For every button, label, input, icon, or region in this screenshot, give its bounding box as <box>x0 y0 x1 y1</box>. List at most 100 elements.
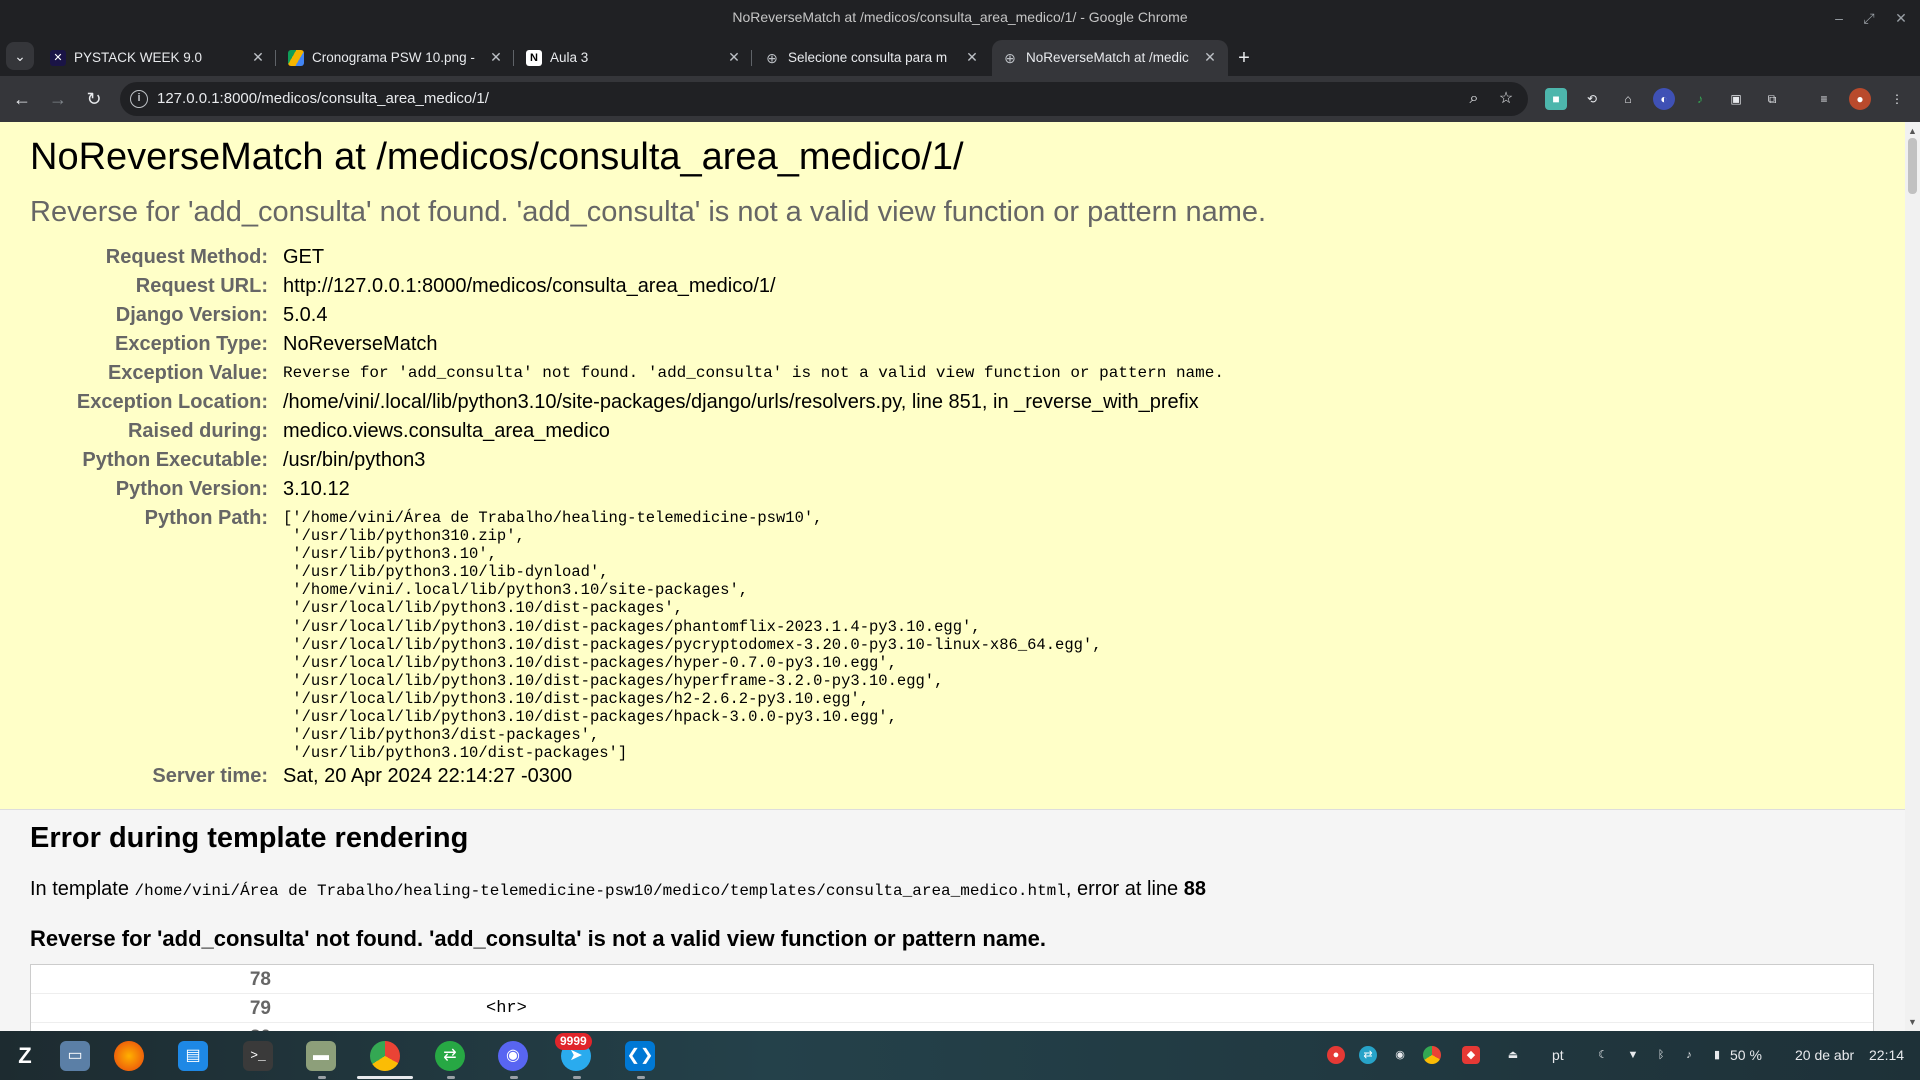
tab-separator <box>751 50 752 66</box>
zorin-menu-icon[interactable]: Z <box>10 1041 40 1071</box>
meta-key: Request Method: <box>105 246 268 268</box>
template-error-line: 88 <box>1183 878 1206 900</box>
battery-percentage: 50 % <box>1730 1047 1762 1063</box>
new-tab-button[interactable]: + <box>1232 46 1256 70</box>
clock-time[interactable]: 22:14 <box>1869 1047 1904 1063</box>
discord-icon[interactable]: ◉ <box>498 1041 528 1071</box>
tab-noreversematch[interactable]: ⊕ NoReverseMatch at /medic ✕ <box>992 40 1228 76</box>
software-store-icon[interactable]: ▤ <box>178 1041 208 1071</box>
bluetooth-icon[interactable]: ᛒ <box>1652 1046 1670 1064</box>
close-tab-icon[interactable]: ✕ <box>964 49 980 65</box>
globe-icon: ⊕ <box>1004 50 1016 66</box>
reload-icon[interactable]: ↻ <box>80 85 108 113</box>
reading-list-icon[interactable]: ≡ <box>1813 88 1835 110</box>
site-info-icon[interactable]: i <box>130 90 148 108</box>
tab-search-button[interactable]: ⌄ <box>6 42 34 70</box>
back-icon[interactable]: ← <box>8 85 36 113</box>
running-indicator <box>318 1076 326 1079</box>
close-tab-icon[interactable]: ✕ <box>1202 49 1218 65</box>
close-tab-icon[interactable]: ✕ <box>250 49 266 65</box>
close-tab-icon[interactable]: ✕ <box>726 49 742 65</box>
keyboard-layout[interactable]: pt <box>1552 1047 1564 1063</box>
meta-key: Raised during: <box>127 420 268 442</box>
clock-date[interactable]: 20 de abr <box>1795 1047 1854 1063</box>
extension-icon[interactable]: ♪ <box>1689 88 1711 110</box>
terminal-icon[interactable]: >_ <box>243 1041 273 1071</box>
meta-value: /usr/bin/python3 <box>283 449 426 471</box>
meta-key: Exception Location: <box>76 391 268 413</box>
menu-kebab-icon[interactable]: ⋮ <box>1886 88 1908 110</box>
template-prefix: In template <box>30 878 135 900</box>
template-error-heading: Error during template rendering <box>30 822 469 854</box>
tab-label: Cronograma PSW 10.png - <box>312 50 475 65</box>
running-indicator <box>637 1076 645 1079</box>
volume-icon[interactable]: ♪ <box>1680 1046 1698 1064</box>
bookmark-star-icon[interactable]: ☆ <box>1495 88 1517 110</box>
night-light-icon[interactable]: ☾ <box>1594 1046 1612 1064</box>
tray-app-icon[interactable]: ● <box>1327 1046 1345 1064</box>
tab-separator <box>513 50 514 66</box>
scroll-down-icon[interactable]: ▼ <box>1908 1017 1917 1027</box>
tray-chrome-icon[interactable] <box>1423 1046 1441 1064</box>
chrome-icon[interactable] <box>370 1041 400 1071</box>
page-scrollbar[interactable]: ▲ ▼ <box>1905 122 1920 1031</box>
tray-anydesk-icon[interactable]: ◆ <box>1462 1046 1480 1064</box>
workspace-icon[interactable]: ▭ <box>60 1041 90 1071</box>
running-indicator <box>573 1076 581 1079</box>
running-indicator <box>510 1076 518 1079</box>
meta-key: Server time: <box>152 765 268 787</box>
template-source-table: 78 79 <hr> 80 <box>30 964 1874 1031</box>
template-error-message: Reverse for 'add_consulta' not found. 'a… <box>30 926 1046 951</box>
address-bar[interactable]: i 127.0.0.1:8000/medicos/consulta_area_m… <box>120 82 1528 116</box>
battery-icon[interactable]: ▮ <box>1708 1046 1726 1064</box>
meta-key: Python Path: <box>144 507 268 529</box>
meta-value: /home/vini/.local/lib/python3.10/site-pa… <box>283 391 1199 413</box>
meta-key: Python Version: <box>115 478 268 500</box>
tray-share-icon[interactable]: ⇄ <box>1359 1046 1377 1064</box>
tab-label: Selecione consulta para m <box>788 50 948 65</box>
share-app-icon[interactable]: ⇄ <box>435 1041 465 1071</box>
meta-value: Reverse for 'add_consulta' not found. 'a… <box>283 364 1224 382</box>
page-viewport: NoReverseMatch at /medicos/consulta_area… <box>0 122 1905 1031</box>
minimize-icon[interactable]: – <box>1829 8 1849 28</box>
close-window-icon[interactable]: ✕ <box>1891 8 1911 28</box>
url-text[interactable]: 127.0.0.1:8000/medicos/consulta_area_med… <box>157 90 489 107</box>
meta-value: 3.10.12 <box>283 478 350 500</box>
tray-discord-icon[interactable]: ◉ <box>1391 1046 1409 1064</box>
firefox-icon[interactable] <box>114 1041 144 1071</box>
extensions-puzzle-icon[interactable]: ⧉ <box>1761 88 1783 110</box>
running-indicator <box>447 1076 455 1079</box>
tab-selecione-consulta[interactable]: ⊕ Selecione consulta para m ✕ <box>754 40 990 76</box>
window-titlebar: NoReverseMatch at /medicos/consulta_area… <box>0 0 1920 36</box>
zoom-icon[interactable]: ⌕ <box>1463 88 1485 110</box>
line-code: <hr> <box>486 999 527 1018</box>
forward-icon[interactable]: → <box>44 85 72 113</box>
extension-icon[interactable]: ■ <box>1545 88 1567 110</box>
tab-aula-3[interactable]: N Aula 3 ✕ <box>516 40 752 76</box>
close-tab-icon[interactable]: ✕ <box>488 49 504 65</box>
extension-icon[interactable]: ⌂ <box>1617 88 1639 110</box>
profile-avatar[interactable]: ● <box>1849 88 1871 110</box>
scrollbar-thumb[interactable] <box>1908 138 1917 194</box>
wifi-icon[interactable]: ▼ <box>1624 1046 1642 1064</box>
eject-icon[interactable]: ⏏ <box>1504 1046 1522 1064</box>
extension-icon[interactable]: ◐ <box>1653 88 1675 110</box>
tab-cronograma[interactable]: Cronograma PSW 10.png - ✕ <box>278 40 514 76</box>
error-summary: NoReverseMatch at /medicos/consulta_area… <box>0 122 1905 810</box>
template-path: /home/vini/Área de Trabalho/healing-tele… <box>134 882 1066 900</box>
meta-value: medico.views.consulta_area_medico <box>283 420 610 442</box>
meta-value: NoReverseMatch <box>283 333 438 355</box>
error-subtitle: Reverse for 'add_consulta' not found. 'a… <box>30 196 1267 228</box>
scroll-up-icon[interactable]: ▲ <box>1908 126 1917 136</box>
extension-icon[interactable]: ▣ <box>1725 88 1747 110</box>
meta-value: 5.0.4 <box>283 304 328 326</box>
tab-pystack[interactable]: ✕ PYSTACK WEEK 9.0 ✕ <box>40 40 276 76</box>
maximize-icon[interactable]: ⤢ <box>1859 8 1879 28</box>
extension-icon[interactable]: ⟲ <box>1581 88 1603 110</box>
google-drive-icon <box>288 50 304 66</box>
template-location: In template /home/vini/Área de Trabalho/… <box>30 878 1206 901</box>
files-icon[interactable]: ▬ <box>306 1041 336 1071</box>
vscode-icon[interactable]: ❮❯ <box>625 1041 655 1071</box>
tab-label: PYSTACK WEEK 9.0 <box>74 50 203 65</box>
meta-value: GET <box>283 246 325 268</box>
